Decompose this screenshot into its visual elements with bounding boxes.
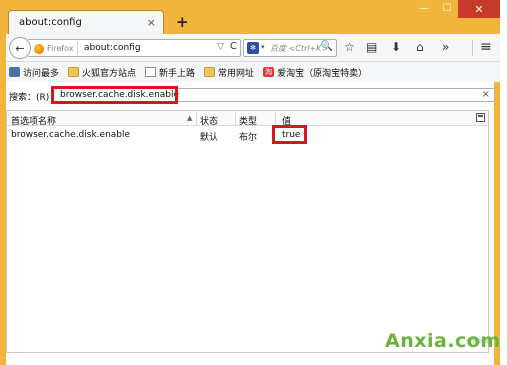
close-button[interactable]: ✕ xyxy=(458,0,500,18)
url-bar[interactable]: Firefox about:config ▽ C xyxy=(28,39,241,57)
table-row[interactable]: browser.cache.disk.enable 默认 布尔 true xyxy=(7,128,488,143)
search-bar[interactable]: ✻ ▾ 百度 <Ctrl+K> 🔍 xyxy=(243,39,337,57)
column-picker-icon[interactable] xyxy=(476,113,485,122)
search-engine-icon[interactable]: ✻ xyxy=(247,42,259,54)
bookmark-label: 常用网址 xyxy=(218,68,255,79)
tab-close-icon[interactable]: × xyxy=(147,16,156,29)
watermark-subtext: 安下软件站 xyxy=(466,339,492,345)
bookmark-label: 爱淘宝（原淘宝特卖） xyxy=(277,68,368,79)
back-button[interactable]: ← xyxy=(9,37,31,59)
column-divider[interactable] xyxy=(196,112,197,125)
home-icon[interactable]: ⌂ xyxy=(416,40,424,54)
download-icon[interactable]: ⬇ xyxy=(391,40,401,54)
pref-name-cell: browser.cache.disk.enable xyxy=(11,130,131,140)
column-header-name[interactable]: 首选项名称 xyxy=(11,114,56,127)
minimize-icon: — xyxy=(419,3,429,14)
preferences-table: 首选项名称 ▲ 状态 类型 值 browser.cache.disk.enabl… xyxy=(6,110,489,353)
folder-icon xyxy=(68,67,80,77)
back-arrow-icon: ← xyxy=(15,41,25,55)
site-identity[interactable]: Firefox xyxy=(34,42,79,55)
table-header: 首选项名称 ▲ 状态 类型 值 xyxy=(7,111,488,127)
tab-title: about:config xyxy=(19,17,82,28)
sort-ascending-icon: ▲ xyxy=(187,114,193,122)
column-divider[interactable] xyxy=(235,112,236,125)
reload-icon[interactable]: C xyxy=(230,41,237,52)
bookmark-label: 火狐官方站点 xyxy=(82,68,137,79)
search-placeholder: 百度 <Ctrl+K> xyxy=(270,44,329,53)
minimize-button[interactable]: — xyxy=(412,0,436,18)
bookmark-most-visited[interactable]: 访问最多 xyxy=(9,66,59,79)
tab-about-config[interactable]: about:config × xyxy=(8,10,164,35)
url-text[interactable]: about:config xyxy=(84,43,141,53)
browser-window: — ☐ ✕ about:config × + Firefox about:con… xyxy=(0,0,500,365)
maximize-button[interactable]: ☐ xyxy=(436,0,458,18)
column-divider[interactable] xyxy=(275,112,276,125)
firefox-logo-icon xyxy=(34,43,44,54)
bookmarks-menu-icon[interactable]: ▤ xyxy=(366,40,377,54)
bookmarks-toolbar: 访问最多 火狐官方站点 新手上路 常用网址 淘 爱淘宝（原淘宝特卖） xyxy=(6,62,500,82)
value-highlight-box xyxy=(272,125,307,144)
page-icon xyxy=(145,67,157,77)
folder-icon xyxy=(204,67,216,77)
star-icon[interactable]: ☆ xyxy=(344,40,355,54)
url-dropdown-icon[interactable]: ▽ xyxy=(217,42,224,52)
menu-icon[interactable]: ≡ xyxy=(480,39,492,55)
taobao-icon: 淘 xyxy=(263,67,275,77)
search-filter-label: 搜索：(R) xyxy=(9,93,50,103)
bookmark-firefox-official[interactable]: 火狐官方站点 xyxy=(68,66,136,79)
column-header-status[interactable]: 状态 xyxy=(200,114,218,127)
bookmark-common-sites[interactable]: 常用网址 xyxy=(204,66,254,79)
most-visited-icon xyxy=(9,67,20,77)
clear-filter-icon[interactable]: × xyxy=(482,89,490,100)
bookmark-label: 访问最多 xyxy=(23,68,60,79)
bookmark-getting-started[interactable]: 新手上路 xyxy=(145,66,195,79)
toolbar-separator xyxy=(472,40,473,56)
close-icon: ✕ xyxy=(474,2,484,16)
overflow-icon[interactable]: » xyxy=(442,40,449,54)
bookmark-label: 新手上路 xyxy=(159,68,196,79)
column-header-type[interactable]: 类型 xyxy=(239,114,257,127)
window-caption-buttons: — ☐ ✕ xyxy=(412,0,500,18)
maximize-icon: ☐ xyxy=(442,3,452,14)
pref-type-cell: 布尔 xyxy=(239,133,258,143)
filter-highlight-box xyxy=(51,86,178,104)
search-engine-dropdown-icon[interactable]: ▾ xyxy=(261,43,265,51)
pref-status-cell: 默认 xyxy=(200,133,219,143)
new-tab-button[interactable]: + xyxy=(176,13,189,31)
navigation-toolbar: Firefox about:config ▽ C ← ✻ ▾ 百度 <Ctrl+… xyxy=(6,34,500,62)
bookmark-ai-taobao[interactable]: 淘 爱淘宝（原淘宝特卖） xyxy=(263,66,367,79)
search-go-icon[interactable]: 🔍 xyxy=(321,41,333,52)
identity-label: Firefox xyxy=(47,44,74,53)
